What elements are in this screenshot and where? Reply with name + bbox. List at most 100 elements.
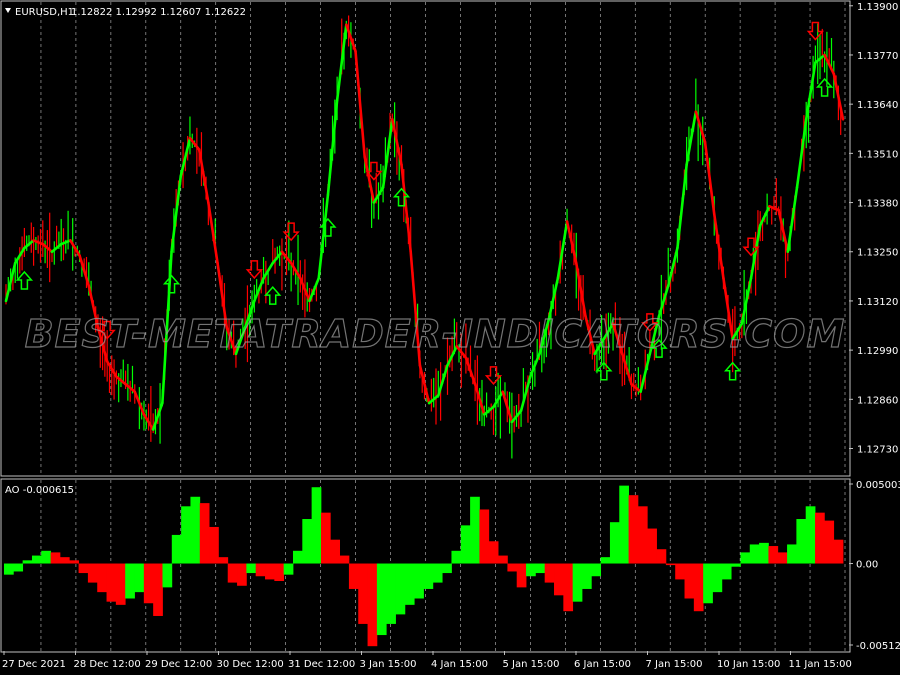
- ao-bar: [348, 563, 359, 589]
- ao-bar: [227, 563, 238, 583]
- ao-bar: [675, 563, 685, 580]
- time-tick-label: 6 Jan 15:00: [574, 659, 631, 670]
- ao-bar: [274, 563, 285, 582]
- ao-bar: [367, 563, 378, 647]
- ao-bar: [693, 563, 704, 612]
- ao-bar: [777, 552, 788, 564]
- ao-bar: [181, 506, 191, 564]
- time-tick-label: 28 Dec 12:00: [74, 659, 141, 670]
- ao-bar: [637, 506, 648, 564]
- ao-bar: [22, 560, 33, 564]
- ao-bar: [78, 563, 89, 574]
- ao-bar: [712, 563, 723, 593]
- ao-bar: [199, 503, 210, 564]
- ao-bar: [759, 542, 769, 564]
- ao-bar: [740, 552, 751, 564]
- ao-bar: [684, 563, 695, 599]
- price-tick-label: 1.12860: [857, 395, 898, 406]
- ao-bar: [50, 552, 61, 564]
- ao-bar: [460, 525, 471, 564]
- price-chart[interactable]: BEST-METATRADER-INDICATORS.COM EURUSD,H1…: [0, 0, 900, 675]
- ao-bar: [395, 563, 406, 615]
- ao-bar: [507, 563, 518, 572]
- ao-bar: [237, 563, 247, 586]
- ao-bar: [171, 534, 182, 564]
- ao-bar: [41, 550, 52, 564]
- watermark: BEST-METATRADER-INDICATORS.COM: [25, 312, 846, 356]
- ao-bar: [451, 550, 462, 564]
- ao-bar: [470, 496, 480, 564]
- time-tick-label: 3 Jan 15:00: [360, 659, 417, 670]
- ao-bar: [647, 528, 657, 564]
- ao-bar: [498, 555, 508, 564]
- ao-bar: [815, 512, 825, 564]
- ao-bar: [581, 563, 592, 589]
- ao-bar: [209, 526, 219, 564]
- ao-bar: [265, 563, 275, 580]
- ao-bar: [218, 557, 229, 564]
- ao-bar: [665, 563, 676, 566]
- symbol-label: EURUSD,H1: [15, 7, 74, 18]
- ao-bar: [404, 563, 415, 605]
- price-tick-label: 1.13510: [857, 149, 898, 160]
- ao-bar: [572, 563, 583, 602]
- ao-bar: [526, 563, 536, 577]
- ao-bar: [162, 563, 173, 588]
- time-tick-label: 7 Jan 15:00: [646, 659, 703, 670]
- ao-bar: [805, 506, 816, 564]
- ao-bar: [386, 563, 396, 624]
- price-tick-label: 1.13770: [857, 51, 898, 62]
- ao-bar: [414, 563, 424, 599]
- ao-bar: [796, 519, 807, 564]
- price-tick-label: 1.13120: [857, 297, 898, 308]
- ao-bar: [320, 512, 331, 564]
- ao-bar: [787, 544, 797, 564]
- ao-bar: [824, 520, 835, 564]
- ao-bar: [69, 560, 79, 564]
- ao-bar: [59, 557, 70, 564]
- ao-bar: [125, 563, 135, 599]
- ao-bar: [609, 522, 620, 564]
- time-tick-label: 11 Jan 15:00: [789, 659, 852, 670]
- ao-bar: [731, 563, 741, 567]
- ao-bar: [311, 487, 322, 564]
- ao-bar: [423, 563, 434, 589]
- ao-bar: [106, 563, 117, 602]
- ao-bar: [97, 563, 107, 593]
- ao-bar: [246, 563, 257, 574]
- time-tick-label: 4 Jan 15:00: [431, 659, 488, 670]
- ao-bar: [13, 563, 24, 572]
- ao-bar: [153, 563, 163, 616]
- ao-bar: [768, 546, 779, 564]
- time-tick-label: 27 Dec 2021: [2, 659, 66, 670]
- time-tick-label: 5 Jan 15:00: [503, 659, 560, 670]
- ao-bar: [255, 563, 266, 577]
- ohlc-values: 1.12822 1.12992 1.12607 1.12622: [71, 7, 246, 18]
- ao-bar: [87, 563, 98, 583]
- ao-bar: [833, 539, 844, 564]
- ao-indicator-label: AO -0.000615: [5, 485, 74, 496]
- ao-bar: [535, 563, 546, 574]
- time-tick-label: 30 Dec 12:00: [217, 659, 284, 670]
- ao-bar: [283, 563, 294, 575]
- ao-bar: [488, 541, 499, 564]
- ao-bar: [563, 563, 574, 612]
- time-tick-label: 29 Dec 12:00: [145, 659, 212, 670]
- ao-bar: [358, 563, 368, 624]
- indicator-tick-label: -0.005126: [856, 641, 900, 652]
- ao-bar: [591, 563, 602, 577]
- ao-bar: [749, 544, 760, 564]
- ao-bar: [442, 563, 452, 574]
- ao-bar: [544, 563, 555, 583]
- ao-bar: [619, 485, 629, 564]
- price-tick-label: 1.12730: [857, 445, 898, 456]
- ao-bar: [339, 555, 350, 564]
- ao-bar: [376, 563, 387, 636]
- ao-bar: [330, 539, 340, 564]
- ao-bar: [31, 555, 42, 564]
- price-tick-label: 1.13250: [857, 248, 898, 259]
- time-tick-label: 31 Dec 12:00: [288, 659, 355, 670]
- price-tick-label: 1.13380: [857, 199, 898, 210]
- indicator-tick-label: 0.005003: [856, 480, 900, 491]
- ao-bar: [600, 557, 611, 564]
